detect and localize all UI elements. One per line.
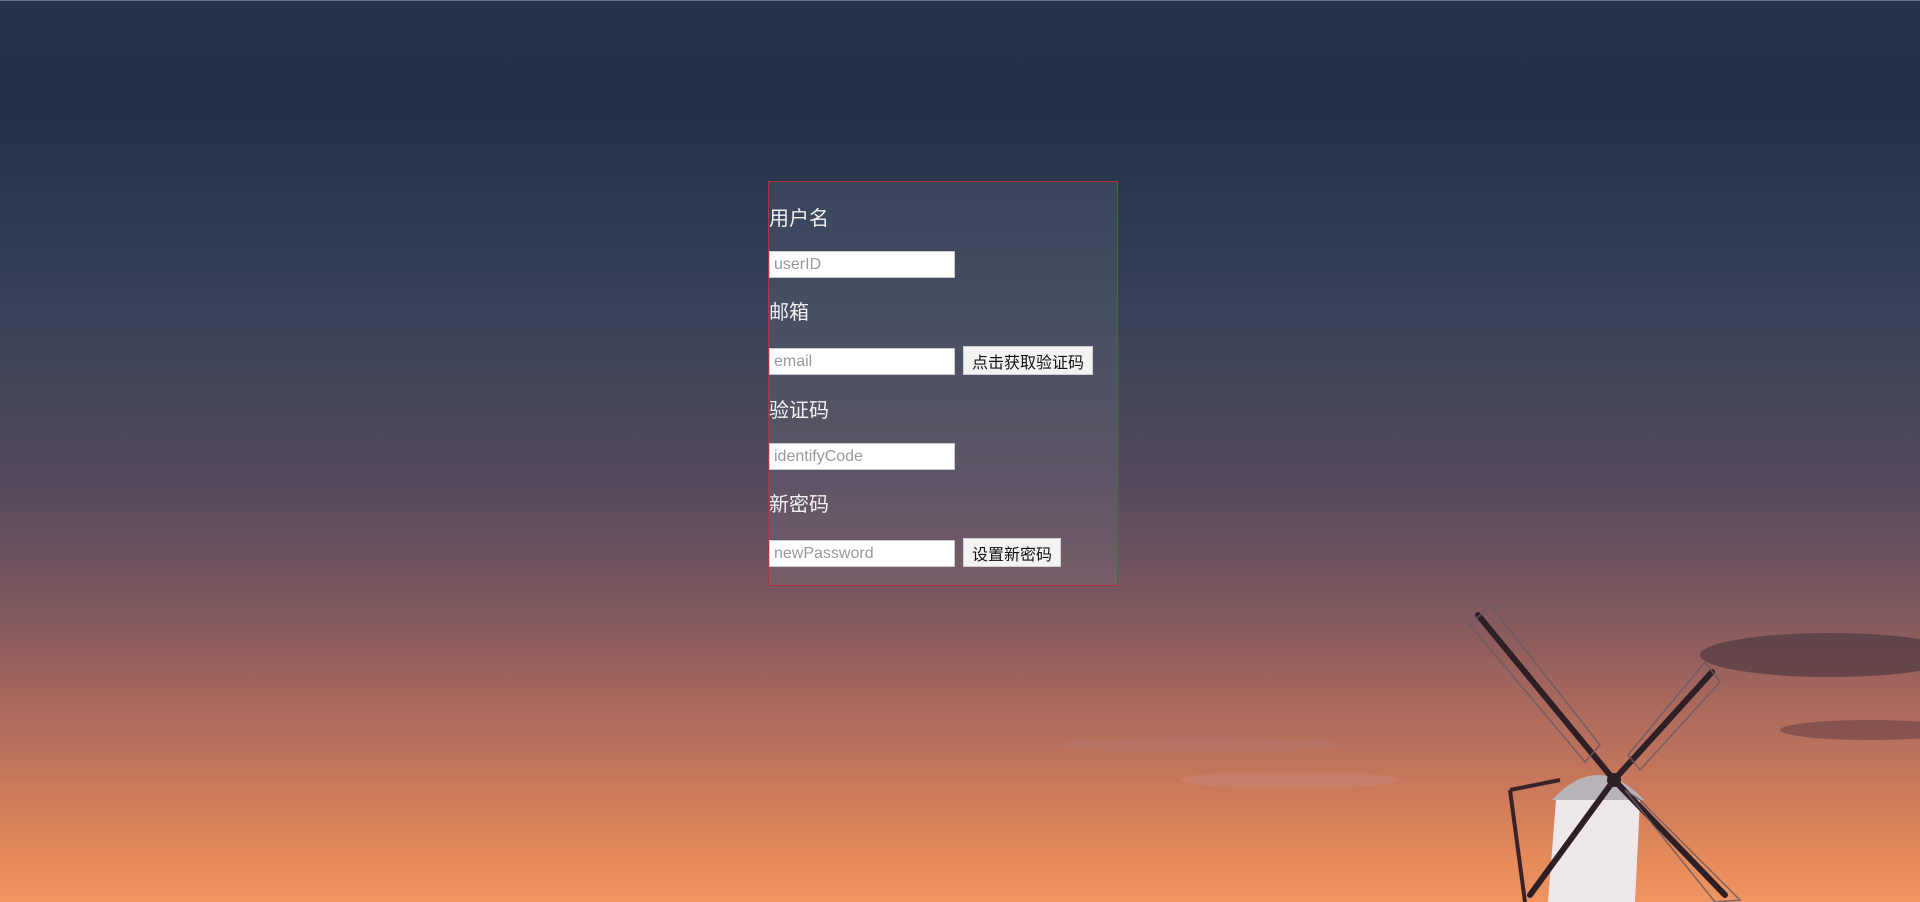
new-password-input[interactable] bbox=[769, 540, 955, 567]
set-new-password-button[interactable]: 设置新密码 bbox=[963, 538, 1062, 567]
cloud bbox=[1700, 633, 1920, 677]
email-input[interactable] bbox=[769, 348, 955, 375]
verification-code-label: 验证码 bbox=[769, 398, 829, 422]
windmill bbox=[1468, 603, 1742, 902]
cloud bbox=[1780, 720, 1920, 740]
email-label: 邮箱 bbox=[769, 300, 809, 324]
username-label: 用户名 bbox=[769, 206, 829, 230]
verification-code-input[interactable] bbox=[769, 443, 955, 470]
cloud bbox=[1060, 738, 1340, 752]
get-verification-code-button[interactable]: 点击获取验证码 bbox=[963, 346, 1094, 375]
username-input[interactable] bbox=[769, 251, 955, 278]
reset-password-panel: 用户名 邮箱 点击获取验证码 验证码 新密码 设置新密码 bbox=[768, 181, 1118, 586]
cloud bbox=[1180, 771, 1400, 789]
new-password-label: 新密码 bbox=[769, 492, 829, 516]
